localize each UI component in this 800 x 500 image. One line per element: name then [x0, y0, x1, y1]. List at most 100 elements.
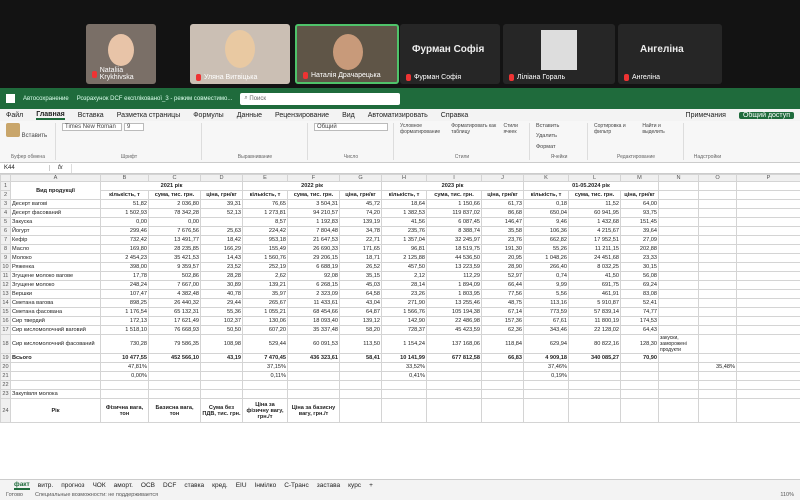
cell[interactable] — [658, 199, 699, 209]
cell[interactable]: 166,29 — [200, 244, 243, 254]
cell[interactable]: 2 454,23 — [100, 253, 149, 263]
cell[interactable]: 10 141,99 — [381, 353, 427, 363]
delete-cells-button[interactable]: Удалить — [536, 133, 582, 139]
tab-automate[interactable]: Автоматизировать — [368, 112, 428, 119]
column-header[interactable]: A — [10, 174, 101, 182]
cell[interactable]: Вершки — [10, 289, 101, 299]
cell[interactable]: 37,15% — [242, 362, 288, 372]
column-header[interactable]: K — [523, 174, 569, 182]
cell[interactable]: 67,14 — [481, 307, 524, 317]
sheet-tab[interactable]: Інмілко — [255, 482, 277, 489]
cell[interactable]: 52,13 — [200, 208, 243, 218]
comments-button[interactable]: Примечания — [686, 112, 726, 119]
cell[interactable]: 43,04 — [339, 298, 382, 308]
cell[interactable]: 299,46 — [100, 226, 149, 236]
cell[interactable] — [698, 244, 737, 254]
select-all[interactable] — [0, 174, 11, 182]
cell[interactable] — [736, 307, 800, 317]
cell[interactable]: Сир твердий — [10, 316, 101, 326]
cell[interactable] — [698, 271, 737, 281]
cell[interactable]: кількість, т — [100, 190, 149, 200]
cell[interactable] — [658, 380, 699, 390]
cell[interactable]: 157,36 — [481, 316, 524, 326]
cell[interactable] — [658, 244, 699, 254]
cell[interactable]: 35 337,48 — [287, 325, 340, 335]
row-header[interactable]: 24 — [0, 398, 11, 423]
cell[interactable]: 1 502,93 — [100, 208, 149, 218]
cell[interactable]: 20,95 — [481, 253, 524, 263]
cell[interactable] — [381, 380, 427, 390]
cell[interactable]: 28,28 — [200, 271, 243, 281]
cell[interactable]: 0,19% — [523, 371, 569, 381]
cell[interactable]: сума, тис. грн. — [568, 190, 621, 200]
cell[interactable]: 64,00 — [620, 199, 659, 209]
cell[interactable]: 58,41 — [339, 353, 382, 363]
cell[interactable] — [10, 380, 101, 390]
cell[interactable] — [658, 271, 699, 281]
cell[interactable]: 108,98 — [200, 334, 243, 354]
cell[interactable] — [658, 253, 699, 263]
cell[interactable]: ціна, грн/кг — [339, 190, 382, 200]
cell[interactable] — [658, 289, 699, 299]
cell[interactable]: 128,30 — [620, 334, 659, 354]
format-as-table-button[interactable]: Форматировать как таблицу — [451, 123, 497, 135]
column-header[interactable]: G — [339, 174, 382, 182]
cell[interactable]: 6 688,19 — [287, 262, 340, 272]
cell[interactable]: 146,47 — [481, 217, 524, 227]
cell[interactable] — [698, 181, 737, 191]
cell[interactable]: 17 621,49 — [148, 316, 201, 326]
cell[interactable]: 2 125,88 — [381, 253, 427, 263]
cell[interactable]: 77,56 — [481, 289, 524, 299]
cell[interactable]: 0,00 — [148, 217, 201, 227]
cell[interactable]: 26 690,33 — [287, 244, 340, 254]
cell[interactable] — [698, 262, 737, 272]
cell[interactable]: 271,90 — [381, 298, 427, 308]
sheet-tab[interactable]: ОСВ — [141, 482, 155, 489]
cell[interactable] — [242, 380, 288, 390]
paste-icon[interactable] — [6, 123, 20, 137]
sheet-tab[interactable]: факт — [14, 481, 30, 490]
cell[interactable] — [698, 298, 737, 308]
row-header[interactable]: 1 — [0, 181, 11, 191]
cell[interactable] — [658, 181, 699, 191]
cell[interactable]: 119 837,02 — [426, 208, 482, 218]
cell[interactable]: 8,57 — [242, 217, 288, 227]
cell[interactable]: 11 800,19 — [568, 316, 621, 326]
addins-button[interactable]: Надстройки — [690, 154, 725, 160]
cell[interactable]: 13 223,59 — [426, 262, 482, 272]
cell[interactable] — [481, 371, 524, 381]
tab-view[interactable]: Вид — [342, 112, 355, 119]
cell[interactable] — [481, 362, 524, 372]
cell[interactable] — [523, 398, 569, 423]
cell[interactable]: 677 812,58 — [426, 353, 482, 363]
tab-insert[interactable]: Вставка — [78, 112, 104, 119]
cell[interactable]: 1 357,04 — [381, 235, 427, 245]
cell[interactable]: 0,00 — [100, 217, 149, 227]
formula-input[interactable] — [70, 163, 800, 173]
cell[interactable] — [658, 325, 699, 335]
cell[interactable]: 7 804,48 — [287, 226, 340, 236]
cell[interactable] — [736, 217, 800, 227]
cell[interactable]: 171,65 — [339, 244, 382, 254]
cell[interactable]: 80 822,16 — [568, 334, 621, 354]
cell[interactable]: 30,89 — [200, 280, 243, 290]
tab-data[interactable]: Данные — [237, 112, 262, 119]
cell[interactable]: 398,00 — [100, 262, 149, 272]
cell[interactable]: 48,75 — [481, 298, 524, 308]
cell[interactable]: 235,76 — [381, 226, 427, 236]
cell[interactable] — [200, 362, 243, 372]
cell[interactable]: 39,31 — [200, 199, 243, 209]
cell[interactable]: 33,52% — [381, 362, 427, 372]
cell[interactable]: 94 210,57 — [287, 208, 340, 218]
cell[interactable]: 56,08 — [620, 271, 659, 281]
cell[interactable]: 137 168,06 — [426, 334, 482, 354]
cell[interactable] — [736, 325, 800, 335]
cell[interactable]: закуски, заморожені продукти — [658, 334, 699, 354]
cell[interactable]: Базисна вага, тон — [148, 398, 201, 423]
cell[interactable]: 5 910,87 — [568, 298, 621, 308]
row-header[interactable]: 6 — [0, 226, 11, 236]
cell[interactable] — [620, 389, 659, 399]
format-cells-button[interactable]: Формат — [536, 144, 582, 150]
cell[interactable]: 61,73 — [481, 199, 524, 209]
cell[interactable]: Молоко — [10, 253, 101, 263]
